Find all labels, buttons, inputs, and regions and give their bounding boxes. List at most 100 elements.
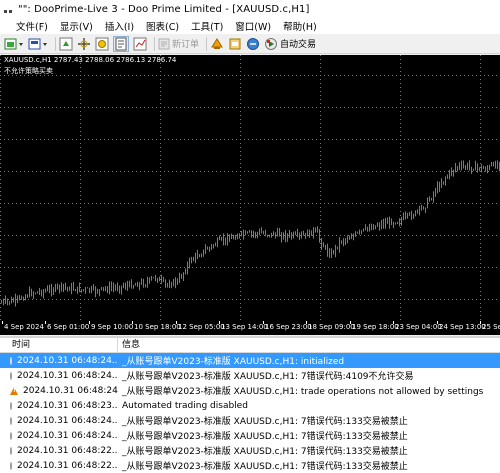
journal-time-cell: 2024.10.31 06:48:24.... xyxy=(0,371,118,381)
time-tick xyxy=(45,321,46,324)
menu-help[interactable]: 帮助(H) xyxy=(283,19,317,33)
new-order-label: 新订单 xyxy=(172,40,200,50)
menu-view[interactable]: 显示(V) xyxy=(60,19,93,33)
journal-message: _从账号跟单V2023-标准版 XAUUSD.c,H1: trade opera… xyxy=(122,387,484,397)
journal-row[interactable]: 2024.10.31 06:48:22.... _从账号跟单V2023-标准版 X… xyxy=(0,458,500,473)
journal-message: _从账号跟单V2023-标准版 XAUUSD.c,H1: 7错误代码:4109不… xyxy=(122,372,414,382)
journal-message: _从账号跟单V2023-标准版 XAUUSD.c,H1: 7错误代码:133交易… xyxy=(122,447,408,457)
journal-time-cell: 2024.10.31 06:48:22.... xyxy=(0,461,118,471)
signals-icon xyxy=(211,37,223,49)
info-dot-icon xyxy=(10,431,12,440)
market-button[interactable] xyxy=(228,36,242,52)
info-dot-icon xyxy=(10,356,12,365)
menu-tools[interactable]: 工具(T) xyxy=(191,19,223,33)
time-tick-label: 23 Sep 04:00 xyxy=(395,323,442,331)
market-icon xyxy=(229,38,241,49)
time-tick xyxy=(132,321,133,324)
crosshair-icon xyxy=(78,37,90,50)
time-axis: 4 Sep 2024 6 Sep 01:00 9 Sep 10:00 10 Sep 1… xyxy=(0,321,500,335)
menu-insert[interactable]: 插入(I) xyxy=(105,19,134,33)
journal-time: 2024.10.31 06:48:23.... xyxy=(17,400,118,411)
warning-icon xyxy=(10,386,18,395)
app-icon xyxy=(4,4,14,14)
menu-bar: 文件(F) 显示(V) 插入(I) 图表(C) 工具(T) 窗口(W) 帮助(H… xyxy=(0,18,500,34)
journal-row[interactable]: 2024.10.31 06:48:24.... _从账号跟单V2023-标准版 X… xyxy=(0,428,500,443)
info-dot-icon xyxy=(10,401,12,410)
time-tick-label: 16 Sep 23:00 xyxy=(265,323,312,331)
autotrading-label: 自动交易 xyxy=(280,40,317,50)
market-watch-button[interactable] xyxy=(59,36,73,52)
journal-time: 2024.10.31 06:48:24.... xyxy=(23,385,118,396)
time-tick-label: 4 Sep 2024 xyxy=(4,323,44,331)
journal-time: 2024.10.31 06:48:24.... xyxy=(17,415,118,426)
autotrading-icon xyxy=(265,37,278,50)
signals-button[interactable] xyxy=(210,36,224,52)
time-tick-label: 12 Sep 05:00 xyxy=(178,323,225,331)
journal-list: 2024.10.31 06:48:24.... _从账号跟单V2023-标准版 X… xyxy=(0,353,500,473)
new-order-button[interactable]: 新订单 xyxy=(158,36,199,52)
toolbar: 新订单 自动交易 xyxy=(0,34,500,54)
info-dot-icon xyxy=(10,446,12,455)
title-bar: "": DooPrime-Live 3 - Doo Prime Limited … xyxy=(0,0,500,18)
chart-status-text: 不允许策略买卖 xyxy=(4,67,53,75)
time-tick xyxy=(350,321,351,324)
journal-row[interactable]: 2024.10.31 06:48:22.... _从账号跟单V2023-标准版 X… xyxy=(0,443,500,458)
time-tick-label: 6 Sep 01:00 xyxy=(47,323,90,331)
time-tick xyxy=(480,321,481,324)
time-tick xyxy=(2,321,3,324)
journal-row[interactable]: 2024.10.31 06:48:24.... _从账号跟单V2023-标准版 X… xyxy=(0,353,500,368)
journal-time-cell: 2024.10.31 06:48:24.... xyxy=(0,356,118,366)
new-chart-button[interactable] xyxy=(4,36,24,52)
journal-row[interactable]: 2024.10.31 06:48:23.... Automated trading… xyxy=(0,398,500,413)
autotrading-button[interactable]: 自动交易 xyxy=(264,36,316,52)
navigator-icon xyxy=(95,37,109,50)
time-tick xyxy=(306,321,307,324)
time-tick xyxy=(219,321,220,324)
data-window-button[interactable] xyxy=(77,36,91,52)
toolbar-separator xyxy=(154,36,155,51)
toolbar-separator xyxy=(55,36,56,51)
profiles-button[interactable] xyxy=(28,36,48,52)
new-chart-icon xyxy=(4,38,23,49)
profiles-icon xyxy=(28,38,47,49)
time-tick xyxy=(393,321,394,324)
time-tick-label: 25 Sep xyxy=(482,323,500,331)
journal-time-cell: 2024.10.31 06:48:24.... xyxy=(0,416,118,426)
journal-message: Automated trading disabled xyxy=(122,400,248,411)
terminal-icon xyxy=(115,37,127,50)
navigator-button[interactable] xyxy=(95,36,109,52)
column-header-time[interactable]: 时间 xyxy=(0,338,118,352)
time-tick-label: 24 Sep 13:00 xyxy=(439,323,486,331)
journal-time-cell: 2024.10.31 06:48:22.... xyxy=(0,446,118,456)
menu-window[interactable]: 窗口(W) xyxy=(235,19,271,33)
column-header-message[interactable]: 信息 xyxy=(118,338,500,352)
metaeditor-icon xyxy=(247,37,260,50)
time-tick-label: 18 Sep 09:00 xyxy=(308,323,355,331)
menu-file[interactable]: 文件(F) xyxy=(16,19,48,33)
journal-time: 2024.10.31 06:48:24.... xyxy=(17,430,118,441)
terminal-button[interactable] xyxy=(113,35,129,52)
chart-symbol-header: XAUUSD.c,H1 2787.43 2788.06 2786.13 2786… xyxy=(4,56,177,64)
journal-time: 2024.10.31 06:48:24.... xyxy=(17,355,118,366)
time-tick xyxy=(89,321,90,324)
tester-button[interactable] xyxy=(133,36,147,52)
window-title: "": DooPrime-Live 3 - Doo Prime Limited … xyxy=(18,3,310,15)
journal-time: 2024.10.31 06:48:22.... xyxy=(17,445,118,456)
journal-time-cell: 2024.10.31 06:48:23.... xyxy=(0,401,118,411)
journal-row[interactable]: 2024.10.31 06:48:24.... _从账号跟单V2023-标准版 X… xyxy=(0,368,500,383)
price-chart[interactable]: XAUUSD.c,H1 2787.43 2788.06 2786.13 2786… xyxy=(0,55,500,321)
journal-row[interactable]: 2024.10.31 06:48:24.... _从账号跟单V2023-标准版 X… xyxy=(0,413,500,428)
journal-panel: 时间 信息 2024.10.31 06:48:24.... _从账号跟单V2023… xyxy=(0,336,500,473)
time-tick-label: 9 Sep 10:00 xyxy=(91,323,134,331)
menu-charts[interactable]: 图表(C) xyxy=(146,19,179,33)
time-tick xyxy=(263,321,264,324)
journal-time-cell: 2024.10.31 06:48:24.... xyxy=(0,386,118,396)
journal-time-cell: 2024.10.31 06:48:24.... xyxy=(0,431,118,441)
journal-row[interactable]: 2024.10.31 06:48:24.... _从账号跟单V2023-标准版 X… xyxy=(0,383,500,398)
metaeditor-button[interactable] xyxy=(246,36,260,52)
market-watch-icon xyxy=(59,37,73,50)
journal-message: _从账号跟单V2023-标准版 XAUUSD.c,H1: initialized xyxy=(122,357,345,367)
journal-message: _从账号跟单V2023-标准版 XAUUSD.c,H1: 7错误代码:133交易… xyxy=(122,462,408,472)
journal-message: _从账号跟单V2023-标准版 XAUUSD.c,H1: 7错误代码:133交易… xyxy=(122,417,408,427)
info-dot-icon xyxy=(10,416,12,425)
